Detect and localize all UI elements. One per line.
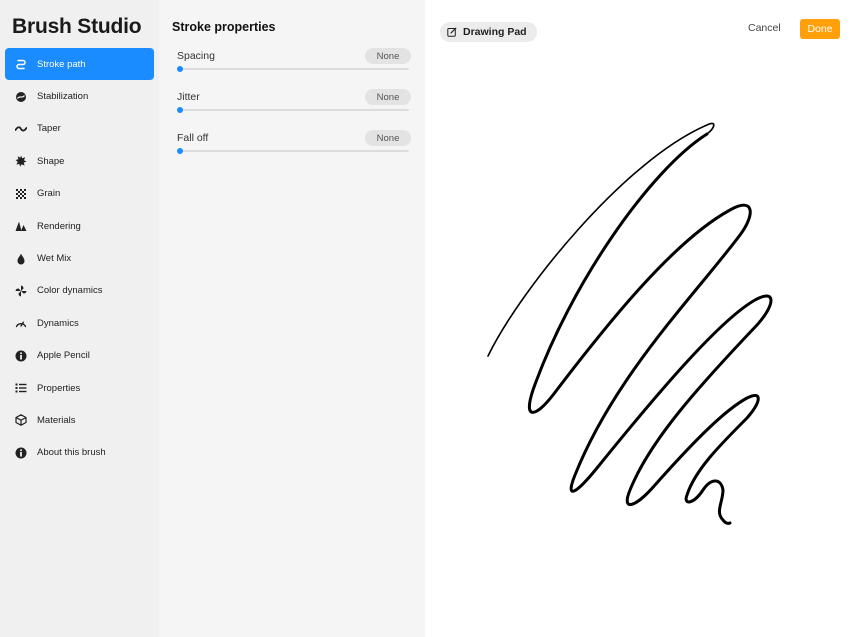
fall-off-slider-handle[interactable] [177, 148, 183, 154]
sidebar-item-label: Stabilization [37, 91, 89, 103]
rendering-icon [15, 220, 27, 232]
sidebar-item-about-this-brush[interactable]: About this brush [5, 437, 154, 469]
sidebar-item-label: Shape [37, 155, 65, 167]
jitter-setting: Jitter None [177, 89, 411, 125]
sidebar-item-apple-pencil[interactable]: Apple Pencil [5, 340, 154, 372]
fall-off-slider-track[interactable] [179, 150, 409, 152]
spacing-slider-track[interactable] [179, 68, 409, 70]
sidebar-item-dynamics[interactable]: Dynamics [5, 307, 154, 339]
drawing-pad-canvas[interactable]: Drawing Pad Cancel Done [425, 0, 850, 637]
sidebar-item-grain[interactable]: Grain [5, 178, 154, 210]
sidebar-item-stabilization[interactable]: Stabilization [5, 80, 154, 112]
sidebar-item-materials[interactable]: Materials [5, 404, 154, 436]
sidebar-item-stroke-path[interactable]: Stroke path [5, 48, 154, 81]
color-dynamics-icon [15, 285, 27, 297]
sidebar-item-label: Rendering [37, 220, 81, 232]
fall-off-setting: Fall off None [177, 130, 411, 166]
sidebar-item-properties[interactable]: Properties [5, 372, 154, 404]
jitter-slider-track[interactable] [179, 109, 409, 111]
dynamics-icon [15, 317, 27, 329]
stabilization-icon [15, 91, 27, 103]
drawing-pad-button[interactable]: Drawing Pad [440, 22, 537, 42]
spacing-label: Spacing [177, 50, 215, 62]
apple-pencil-icon [15, 350, 27, 362]
jitter-label: Jitter [177, 91, 200, 103]
info-icon [15, 447, 27, 459]
cancel-button[interactable]: Cancel [748, 22, 781, 38]
sidebar-item-label: Materials [37, 414, 76, 426]
fall-off-value-badge[interactable]: None [365, 130, 411, 146]
sidebar-item-shape[interactable]: Shape [5, 145, 154, 177]
grain-icon [15, 188, 27, 200]
drawing-pad-label: Drawing Pad [463, 26, 527, 38]
shape-icon [15, 155, 27, 168]
brush-stroke-preview [487, 122, 773, 525]
done-button[interactable]: Done [800, 19, 840, 39]
panel-title: Stroke properties [172, 20, 276, 34]
edit-icon [447, 27, 457, 37]
sidebar: Brush Studio Stroke path Stabilization T… [0, 0, 159, 637]
brush-stroke-start [487, 122, 715, 357]
sidebar-item-taper[interactable]: Taper [5, 113, 154, 145]
sidebar-item-label: Apple Pencil [37, 350, 90, 362]
spacing-value-badge[interactable]: None [365, 48, 411, 64]
sidebar-item-label: Taper [37, 123, 61, 135]
app-title: Brush Studio [12, 15, 142, 38]
sidebar-item-label: Properties [37, 382, 81, 394]
jitter-value-badge[interactable]: None [365, 89, 411, 105]
spacing-slider-handle[interactable] [177, 66, 183, 72]
fall-off-label: Fall off [177, 132, 209, 144]
sidebar-nav: Stroke path Stabilization Taper Shape Gr… [5, 48, 154, 469]
sidebar-item-wet-mix[interactable]: Wet Mix [5, 242, 154, 274]
materials-icon [15, 414, 27, 427]
sidebar-item-label: Dynamics [37, 317, 79, 329]
sidebar-item-label: Stroke path [37, 58, 86, 70]
spacing-setting: Spacing None [177, 48, 411, 84]
stroke-path-icon [15, 58, 27, 70]
jitter-slider-handle[interactable] [177, 107, 183, 113]
properties-icon [15, 382, 27, 394]
brush-stroke-main [527, 132, 773, 525]
sidebar-item-label: Grain [37, 188, 61, 200]
taper-icon [15, 123, 27, 135]
sidebar-item-color-dynamics[interactable]: Color dynamics [5, 275, 154, 307]
sidebar-item-label: Color dynamics [37, 285, 103, 297]
sidebar-item-rendering[interactable]: Rendering [5, 210, 154, 242]
sidebar-item-label: About this brush [37, 447, 106, 459]
wet-mix-icon [15, 253, 27, 265]
sidebar-item-label: Wet Mix [37, 253, 72, 265]
settings-panel: Stroke properties Spacing None Jitter No… [159, 0, 425, 637]
